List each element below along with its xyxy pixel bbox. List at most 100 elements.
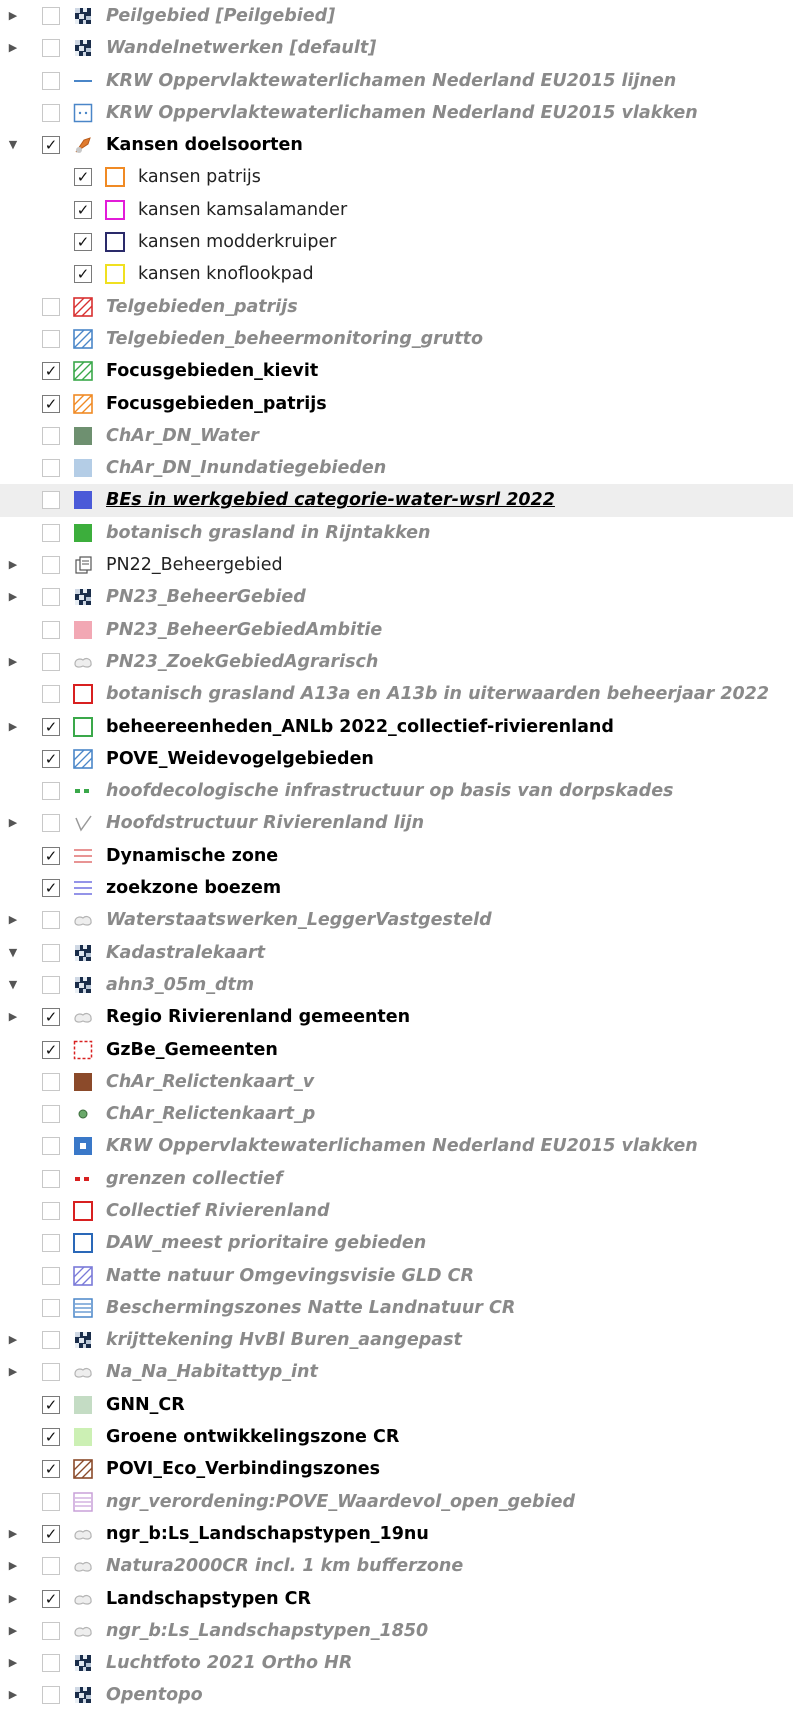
collapsed-arrow-icon[interactable]: ▶ [8,655,18,669]
layer-visibility-checkbox[interactable]: ✓ [42,1428,60,1447]
layer-row[interactable]: Telgebieden_patrijs [0,291,793,323]
layer-row[interactable]: ▶ PN23_BeheerGebied [0,581,793,613]
layer-row[interactable]: Telgebieden_beheermonitoring_grutto [0,323,793,355]
collapsed-arrow-icon[interactable]: ▶ [8,1592,18,1606]
layer-row[interactable]: ✓ Dynamische zone [0,840,793,872]
layer-visibility-checkbox[interactable] [42,685,60,704]
layer-row[interactable]: ▶ ngr_b:Ls_Landschapstypen_1850 [0,1615,793,1647]
layer-row[interactable]: ✓ kansen modderkruiper [0,226,793,258]
layer-visibility-checkbox[interactable]: ✓ [42,1589,60,1608]
layer-row[interactable]: ▼ Kadastralekaart [0,937,793,969]
collapsed-arrow-icon[interactable]: ▶ [8,913,18,927]
layer-row[interactable]: grenzen collectief [0,1163,793,1195]
layer-visibility-checkbox[interactable] [42,1331,60,1350]
layer-row[interactable]: ✓ Focusgebieden_kievit [0,355,793,387]
layer-row[interactable]: Natte natuur Omgevingsvisie GLD CR [0,1260,793,1292]
layer-visibility-checkbox[interactable] [42,1654,60,1673]
layer-visibility-checkbox[interactable]: ✓ [42,1395,60,1414]
collapsed-arrow-icon[interactable]: ▶ [8,1624,18,1638]
expanded-arrow-icon[interactable]: ▼ [8,946,18,960]
layer-visibility-checkbox[interactable] [42,39,60,58]
layer-visibility-checkbox[interactable] [42,1298,60,1317]
layer-visibility-checkbox[interactable] [42,1363,60,1382]
layer-visibility-checkbox[interactable]: ✓ [42,749,60,768]
layer-row[interactable]: ▶ PN22_Beheergebied [0,549,793,581]
layer-visibility-checkbox[interactable] [42,1492,60,1511]
layer-visibility-checkbox[interactable]: ✓ [74,200,92,219]
layer-row[interactable]: Beschermingszones Natte Landnatuur CR [0,1292,793,1324]
layer-row[interactable]: ▼ ✓ Kansen doelsoorten [0,129,793,161]
layer-row[interactable]: botanisch grasland in Rijntakken [0,517,793,549]
layer-row[interactable]: KRW Oppervlaktewaterlichamen Nederland E… [0,97,793,129]
layer-row[interactable]: ▶ Opentopo [0,1679,793,1711]
layer-visibility-checkbox[interactable]: ✓ [74,265,92,284]
layer-visibility-checkbox[interactable]: ✓ [42,136,60,155]
layer-visibility-checkbox[interactable] [42,975,60,994]
layer-row[interactable]: ▶ ✓ Landschapstypen CR [0,1583,793,1615]
layer-visibility-checkbox[interactable]: ✓ [42,1460,60,1479]
layer-row[interactable]: ✓ kansen patrijs [0,161,793,193]
layer-row[interactable]: ✓ zoekzone boezem [0,872,793,904]
layer-visibility-checkbox[interactable]: ✓ [42,362,60,381]
collapsed-arrow-icon[interactable]: ▶ [8,41,18,55]
layer-row[interactable]: ▶ Hoofdstructuur Rivierenland lijn [0,807,793,839]
layer-row[interactable]: ✓ GzBe_Gemeenten [0,1034,793,1066]
layer-row[interactable]: ▶ Waterstaatswerken_LeggerVastgesteld [0,904,793,936]
layer-row[interactable]: botanisch grasland A13a en A13b in uiter… [0,678,793,710]
layer-row[interactable]: ▶ ✓ ngr_b:Ls_Landschapstypen_19nu [0,1518,793,1550]
expanded-arrow-icon[interactable]: ▼ [8,978,18,992]
layer-row[interactable]: ▶ Luchtfoto 2021 Ortho HR [0,1647,793,1679]
layer-row[interactable]: Collectief Rivierenland [0,1195,793,1227]
layer-row[interactable]: ChAr_Relictenkaart_p [0,1098,793,1130]
layer-row[interactable]: ▶ Na_Na_Habitattyp_int [0,1356,793,1388]
layer-row[interactable]: ✓ Groene ontwikkelingszone CR [0,1421,793,1453]
layer-visibility-checkbox[interactable] [42,523,60,542]
layer-visibility-checkbox[interactable] [42,1201,60,1220]
layer-visibility-checkbox[interactable]: ✓ [42,1524,60,1543]
expanded-arrow-icon[interactable]: ▼ [8,138,18,152]
layer-visibility-checkbox[interactable] [42,103,60,122]
collapsed-arrow-icon[interactable]: ▶ [8,720,18,734]
collapsed-arrow-icon[interactable]: ▶ [8,558,18,572]
collapsed-arrow-icon[interactable]: ▶ [8,9,18,23]
layer-visibility-checkbox[interactable] [42,1137,60,1156]
layer-row[interactable]: ✓ POVE_Weidevogelgebieden [0,743,793,775]
layer-row[interactable]: KRW Oppervlaktewaterlichamen Nederland E… [0,1130,793,1162]
layer-visibility-checkbox[interactable] [42,1266,60,1285]
layer-visibility-checkbox[interactable]: ✓ [42,717,60,736]
layer-visibility-checkbox[interactable] [42,620,60,639]
layer-row[interactable]: ▼ ahn3_05m_dtm [0,969,793,1001]
layer-visibility-checkbox[interactable] [42,1169,60,1188]
layer-row[interactable]: ▶ Peilgebied [Peilgebied] [0,0,793,32]
layer-row[interactable]: ▶ PN23_ZoekGebiedAgrarisch [0,646,793,678]
layer-visibility-checkbox[interactable] [42,556,60,575]
layer-row[interactable]: PN23_BeheerGebiedAmbitie [0,614,793,646]
layer-visibility-checkbox[interactable] [42,491,60,510]
layer-row[interactable]: ChAr_DN_Water [0,420,793,452]
layer-visibility-checkbox[interactable]: ✓ [42,1040,60,1059]
layer-row[interactable]: ChAr_Relictenkaart_v [0,1066,793,1098]
layer-visibility-checkbox[interactable] [42,1105,60,1124]
layer-visibility-checkbox[interactable]: ✓ [42,846,60,865]
layer-visibility-checkbox[interactable] [42,1557,60,1576]
layer-visibility-checkbox[interactable]: ✓ [42,1008,60,1027]
layer-row[interactable]: ✓ GNN_CR [0,1389,793,1421]
layer-visibility-checkbox[interactable] [42,71,60,90]
layer-visibility-checkbox[interactable] [42,782,60,801]
collapsed-arrow-icon[interactable]: ▶ [8,816,18,830]
layer-visibility-checkbox[interactable]: ✓ [74,233,92,252]
layer-row[interactable]: ✓ kansen knoflookpad [0,258,793,290]
layer-visibility-checkbox[interactable] [42,1686,60,1705]
layer-row[interactable]: ▶ ✓ beheereenheden_ANLb 2022_collectief-ri… [0,711,793,743]
layer-visibility-checkbox[interactable] [42,814,60,833]
layer-visibility-checkbox[interactable] [42,459,60,478]
layer-visibility-checkbox[interactable] [42,1621,60,1640]
layer-row[interactable]: KRW Oppervlaktewaterlichamen Nederland E… [0,65,793,97]
collapsed-arrow-icon[interactable]: ▶ [8,1333,18,1347]
layer-visibility-checkbox[interactable]: ✓ [42,394,60,413]
layer-visibility-checkbox[interactable] [42,588,60,607]
layer-row[interactable]: ✓ POVI_Eco_Verbindingszones [0,1453,793,1485]
layer-visibility-checkbox[interactable] [42,1072,60,1091]
collapsed-arrow-icon[interactable]: ▶ [8,590,18,604]
layer-visibility-checkbox[interactable] [42,426,60,445]
